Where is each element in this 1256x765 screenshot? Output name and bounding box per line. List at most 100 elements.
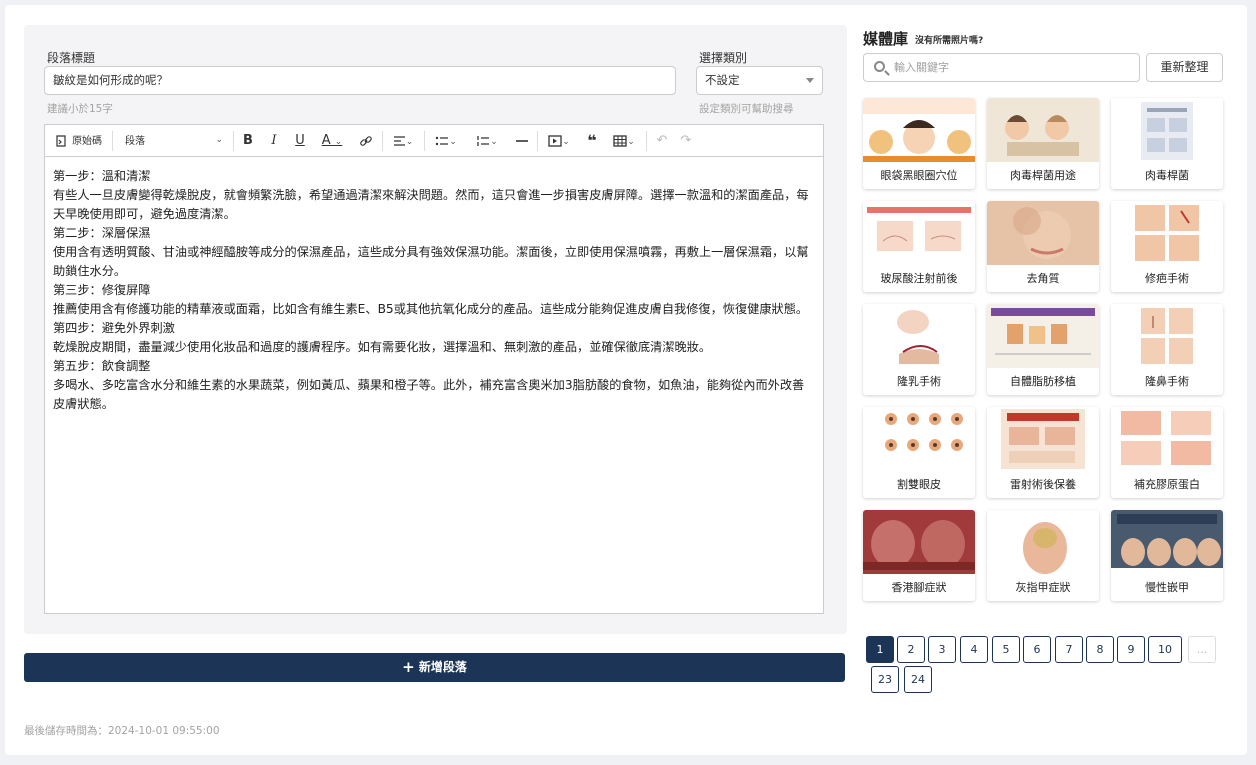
media-tile[interactable]: 隆乳手術 [863,304,975,395]
media-tile[interactable]: 去角質 [987,201,1099,292]
rich-text-editor: 原始碼 段落 ⌄ B I U A ⌄ ⌄ ⌄ ⌄ ⌄ ❝ ⌄ ↶ ↷ 第一步：溫… [44,124,824,614]
media-tile[interactable]: 補充膠原蛋白 [1111,407,1223,498]
bold-icon[interactable]: B [237,125,259,156]
pagination-page-button[interactable]: 5 [992,636,1020,663]
editor-toolbar: 原始碼 段落 ⌄ B I U A ⌄ ⌄ ⌄ ⌄ ⌄ ❝ ⌄ ↶ ↷ [45,125,823,157]
editor-paragraph: 有些人一旦皮膚變得乾燥脫皮，就會頻繁洗臉，希望通過清潔來解決問題。然而，這只會進… [53,188,809,221]
media-tile[interactable]: 眼袋黑眼圈穴位 [863,98,975,189]
media-caption: 肉毒桿菌用途 [1010,169,1076,182]
media-thumbnail [1111,98,1223,162]
media-tile[interactable]: 肉毒桿菌用途 [987,98,1099,189]
media-thumbnail [863,510,975,574]
underline-icon[interactable]: U [289,125,311,156]
editor-paragraph: 使用含有透明質酸、甘油或神經醯胺等成分的保濕產品，這些成分具有強效保濕功能。潔面… [53,245,809,278]
source-code-label: 原始碼 [72,136,103,147]
table-icon[interactable]: ⌄ [607,125,641,156]
add-paragraph-button[interactable]: + 新增段落 [24,653,845,682]
align-icon[interactable]: ⌄ [387,125,419,156]
pagination-page-button[interactable]: 1 [866,636,894,663]
blockquote-icon[interactable]: ❝ [581,125,603,156]
media-thumbnail [1111,304,1223,368]
bullet-list-icon[interactable]: ⌄ [429,125,463,156]
title-label: 段落標題 [47,51,96,65]
media-thumbnail [1111,201,1223,265]
media-tile[interactable]: 割雙眼皮 [863,407,975,498]
media-caption: 割雙眼皮 [897,478,941,491]
block-format-label: 段落 [125,136,145,147]
toolbar-divider [233,131,234,151]
plus-icon: + [402,658,415,676]
toolbar-divider [646,131,647,151]
pagination-page-button[interactable]: 7 [1055,636,1083,663]
category-select[interactable]: 不設定 [696,66,823,95]
source-code-button[interactable]: 原始碼 [51,125,105,156]
toolbar-divider [424,131,425,151]
pagination-page-button[interactable]: 6 [1023,636,1051,663]
pagination-page-button[interactable]: 4 [960,636,988,663]
editor-paragraph: 乾燥脫皮期間，盡量減少使用化妝品和過度的護膚程序。如有需要化妝，選擇溫和、無刺激… [53,340,712,354]
editor-paragraph: 第二步：深層保濕 [53,226,151,240]
media-caption: 自體脂肪移植 [1010,375,1076,388]
block-format-select[interactable]: 段落 ⌄ [119,125,229,156]
pagination-ellipsis: ... [1188,636,1216,663]
media-thumbnail [863,304,975,368]
media-tile[interactable]: 自體脂肪移植 [987,304,1099,395]
horizontal-rule-icon[interactable] [511,125,533,156]
media-caption: 眼袋黑眼圈穴位 [880,169,958,182]
editor-content-area[interactable]: 第一步：溫和清潔有些人一旦皮膚變得乾燥脫皮，就會頻繁洗臉，希望通過清潔來解決問題… [45,157,823,424]
paragraph-title-input[interactable]: 皺紋是如何形成的呢？ [44,66,676,95]
pagination-page-button[interactable]: 3 [928,636,956,663]
media-tile[interactable]: 雷射術後保養 [987,407,1099,498]
chevron-down-icon [806,78,814,83]
media-thumbnail [987,201,1099,265]
media-search-input[interactable] [894,57,1134,78]
media-tile[interactable]: 灰指甲症狀 [987,510,1099,601]
media-caption: 隆鼻手術 [1145,375,1189,388]
media-thumbnail [863,98,975,162]
media-thumbnail [987,407,1099,471]
refresh-button[interactable]: 重新整理 [1146,53,1223,82]
media-tile[interactable]: 玻尿酸注射前後 [863,201,975,292]
media-caption: 香港腳症狀 [891,581,947,594]
italic-icon[interactable]: I [263,125,285,156]
pagination-page-button[interactable]: 8 [1086,636,1114,663]
pagination-page-button[interactable]: 24 [904,666,932,693]
media-thumbnail [1111,510,1223,574]
media-tile[interactable]: 香港腳症狀 [863,510,975,601]
pagination-page-button[interactable]: 23 [871,666,899,693]
media-thumbnail [987,304,1099,368]
media-caption: 灰指甲症狀 [1015,581,1071,594]
media-tile[interactable]: 隆鼻手術 [1111,304,1223,395]
text-color-icon[interactable]: A ⌄ [317,125,347,156]
redo-icon[interactable]: ↷ [675,125,697,156]
media-caption: 肉毒桿菌 [1145,169,1189,182]
search-icon [874,61,885,72]
editor-paragraph: 第三步：修復屏障 [53,283,151,297]
add-paragraph-label: 新增段落 [418,660,467,674]
title-hint: 建議小於15字 [47,103,113,115]
numbered-list-icon[interactable]: ⌄ [468,125,506,156]
media-tile[interactable]: 肉毒桿菌 [1111,98,1223,189]
media-tile[interactable]: 修疤手術 [1111,201,1223,292]
pagination-page-button[interactable]: 9 [1117,636,1145,663]
page-container: 段落標題 皺紋是如何形成的呢？ 建議小於15字 選擇類別 不設定 設定類別可幫助… [5,5,1247,755]
media-caption: 慢性嵌甲 [1145,581,1189,594]
media-thumbnail [863,407,975,471]
media-search-box [863,53,1140,82]
media-library-title: 媒體庫 [863,30,909,48]
undo-icon[interactable]: ↶ [651,125,673,156]
media-tile[interactable]: 慢性嵌甲 [1111,510,1223,601]
editor-paragraph: 推薦使用含有修護功能的精華液或面霜，比如含有維生素E、B5或其他抗氧化成分的產品… [53,302,809,316]
media-thumbnail [1111,407,1223,471]
toolbar-divider [112,131,113,151]
link-icon[interactable] [355,125,377,156]
pagination-page-button[interactable]: 10 [1148,636,1182,663]
pagination-page-button[interactable]: 2 [897,636,925,663]
editor-paragraph: 第一步：溫和清潔 [53,169,151,183]
media-library-subtitle[interactable]: 沒有所需照片嗎? [915,33,983,46]
media-embed-icon[interactable]: ⌄ [542,125,576,156]
last-saved-text: 最後儲存時間為：2024-10-01 09:55:00 [24,725,220,737]
media-thumbnail [987,98,1099,162]
media-caption: 去角質 [1026,272,1060,285]
category-select-value: 不設定 [705,73,740,87]
